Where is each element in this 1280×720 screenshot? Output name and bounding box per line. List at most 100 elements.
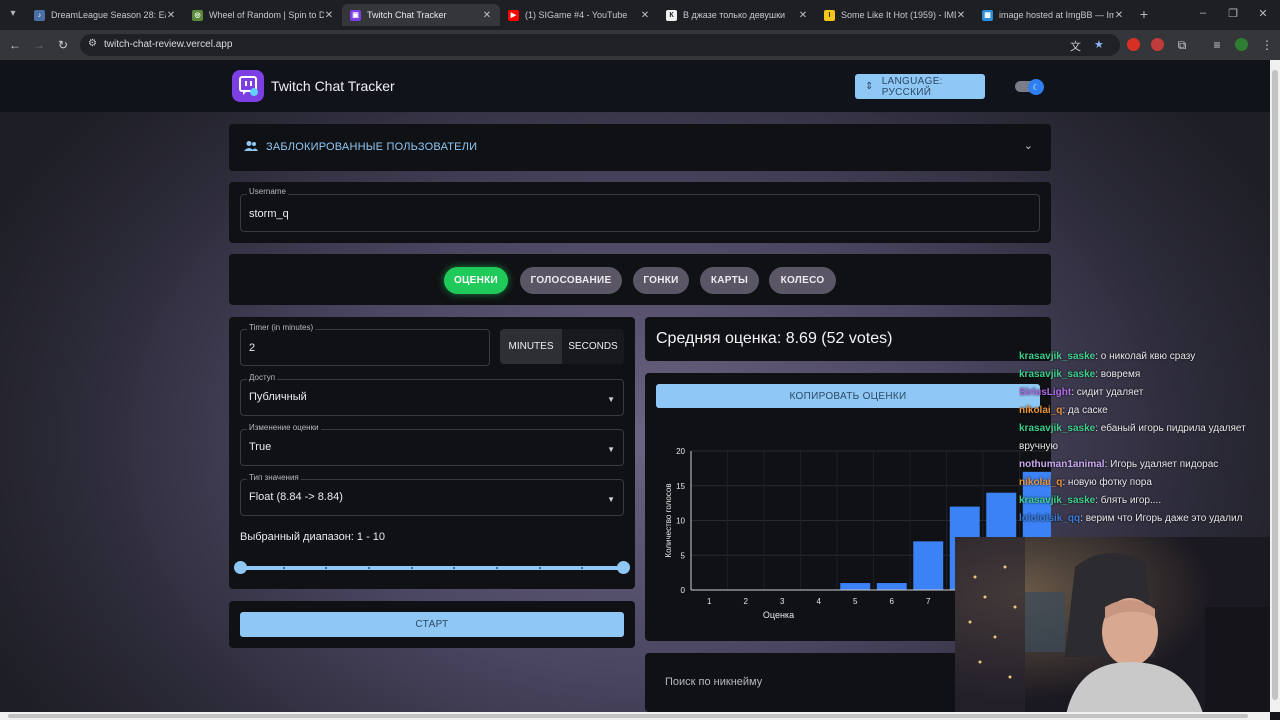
close-tab-icon[interactable]: ✕ <box>640 10 650 21</box>
access-value: Публичный <box>249 391 307 403</box>
site-info-icon[interactable]: ⚙ <box>88 38 97 49</box>
range-slider-track[interactable] <box>240 566 624 570</box>
url-text[interactable]: twitch-chat-review.vercel.app <box>104 39 232 50</box>
copy-ratings-button[interactable]: КОПИРОВАТЬ ОЦЕНКИ <box>656 384 1040 408</box>
chat-text: вовремя <box>1100 369 1141 380</box>
chat-message: krasavjik_saske: ебаный игорь пидрила уд… <box>1019 420 1269 456</box>
browser-tab[interactable]: ▶ (1) SIGame #4 - YouTube ✕ <box>500 4 658 26</box>
x-tick-label: 6 <box>890 597 895 606</box>
seconds-button[interactable]: SECONDS <box>562 329 624 364</box>
chat-nickname: krasavjik_saske <box>1019 423 1096 434</box>
nickname-search-input[interactable]: Поиск по никнейму <box>665 676 762 688</box>
browser-tab[interactable]: ▦ image hosted at ImgBB — Img ✕ <box>974 4 1132 26</box>
wheel-icon: ◎ <box>192 9 203 21</box>
chat-text: новую фотку пора <box>1067 477 1152 488</box>
browser-tab-title: DreamLeague Season 28: Easte <box>51 10 166 20</box>
chat-message: nikolai_q: да саске <box>1019 402 1269 420</box>
browser-tab[interactable]: I Some Like It Hot (1959) - IMDb ✕ <box>816 4 974 26</box>
tab-races[interactable]: ГОНКИ <box>633 267 689 294</box>
forward-icon[interactable]: → <box>31 37 47 53</box>
new-tab-icon[interactable]: + <box>1137 7 1151 21</box>
browser-menu-icon[interactable]: ⋮ <box>1259 37 1275 53</box>
reload-icon[interactable]: ↻ <box>55 37 71 53</box>
username-field[interactable] <box>240 194 1040 232</box>
username-input[interactable]: storm_q <box>249 208 289 220</box>
tab-cards[interactable]: КАРТЫ <box>700 267 759 294</box>
maximize-icon[interactable]: ❐ <box>1226 7 1240 20</box>
browser-tab[interactable]: ▣ Twitch Chat Tracker ✕ <box>342 4 500 26</box>
tab-wheel[interactable]: КОЛЕСО <box>769 267 836 294</box>
tab-search-icon[interactable]: ▾ <box>6 7 20 21</box>
omnibox[interactable]: ⚙ twitch-chat-review.vercel.app 文 ★ <box>80 34 1120 56</box>
close-tab-icon[interactable]: ✕ <box>166 10 176 21</box>
extensions-icon[interactable]: ⧉ <box>1174 37 1190 53</box>
start-button[interactable]: СТАРТ <box>240 612 624 637</box>
rating-change-select[interactable] <box>240 429 624 466</box>
range-slider-tick <box>410 567 413 569</box>
access-label: Доступ <box>247 373 278 382</box>
browser-tab[interactable]: ♪ DreamLeague Season 28: Easte✕ <box>26 4 184 26</box>
selected-range-label: Выбранный диапазон: 1 - 10 <box>240 531 386 543</box>
minimize-icon[interactable]: – <box>1196 7 1210 19</box>
kinopoisk-icon: К <box>666 9 677 21</box>
range-slider-min-handle[interactable] <box>234 561 247 574</box>
range-slider-tick <box>538 567 541 569</box>
profile-avatar-icon[interactable] <box>1235 38 1248 51</box>
minutes-button[interactable]: MINUTES <box>500 329 562 364</box>
browser-tab[interactable]: К В джазе только девушки ✕ <box>658 4 816 26</box>
close-tab-icon[interactable]: ✕ <box>956 10 966 21</box>
timer-field[interactable] <box>240 329 490 366</box>
timer-input[interactable]: 2 <box>249 342 255 354</box>
timer-label: Timer (in minutes) <box>247 323 316 332</box>
back-icon[interactable]: ← <box>7 37 23 53</box>
range-slider-tick <box>282 567 285 569</box>
x-axis-title: Оценка <box>763 610 794 620</box>
value-type-value: Float (8.84 -> 8.84) <box>249 491 343 503</box>
tab-ratings[interactable]: ОЦЕНКИ <box>444 267 508 294</box>
chat-text: верим что Игорь даже это удалил <box>1085 513 1243 524</box>
adblock-extension-icon[interactable] <box>1151 38 1164 51</box>
close-tab-icon[interactable]: ✕ <box>324 10 334 21</box>
horizontal-scrollbar-thumb[interactable] <box>8 714 1248 718</box>
language-button-label: LANGUAGE: РУССКИЙ <box>881 75 943 98</box>
browser-tab-title: Twitch Chat Tracker <box>367 10 447 20</box>
caret-down-icon: ▼ <box>607 495 615 504</box>
chat-message: SiriusLight: сидит удаляет <box>1019 384 1269 402</box>
username-card: Username storm_q <box>229 182 1051 243</box>
close-window-icon[interactable]: ✕ <box>1256 7 1270 20</box>
rating-change-label: Изменение оценки <box>247 423 321 432</box>
browser-tab-title: Some Like It Hot (1959) - IMDb <box>841 10 956 20</box>
range-slider-tick <box>325 567 328 569</box>
app-logo-icon <box>232 70 264 102</box>
blocked-users-accordion[interactable]: ЗАБЛОКИРОВАННЫЕ ПОЛЬЗОВАТЕЛИ ⌄ <box>229 124 1051 171</box>
horizontal-scrollbar[interactable] <box>0 712 1270 720</box>
theme-toggle[interactable]: ☾ <box>1015 79 1045 95</box>
sort-arrows-icon: ⇕ <box>865 81 874 92</box>
chat-message: krasavjik_saske: о николай квю сразу <box>1019 348 1269 366</box>
chat-message: lolololsik_qq: верим что Игорь даже это … <box>1019 510 1269 528</box>
media-controls-icon[interactable]: ≡ <box>1209 37 1225 53</box>
tab-voting[interactable]: ГОЛОСОВАНИЕ <box>520 267 622 294</box>
close-tab-icon[interactable]: ✕ <box>482 10 492 21</box>
language-button[interactable]: ⇕ LANGUAGE: РУССКИЙ <box>855 74 985 99</box>
range-slider-tick <box>581 567 584 569</box>
opera-extension-icon[interactable] <box>1127 38 1140 51</box>
time-unit-toggle: MINUTES SECONDS <box>500 329 624 364</box>
chat-message: nikolai_q: новую фотку пора <box>1019 474 1269 492</box>
y-tick-label: 0 <box>681 586 686 595</box>
close-tab-icon[interactable]: ✕ <box>798 10 808 21</box>
close-tab-icon[interactable]: ✕ <box>1114 10 1124 21</box>
blocked-users-label: ЗАБЛОКИРОВАННЫЕ ПОЛЬЗОВАТЕЛИ <box>266 141 478 153</box>
bookmark-star-icon[interactable]: ★ <box>1094 38 1104 51</box>
chat-message: nothuman1animal: Игорь удаляет пидорас <box>1019 456 1269 474</box>
chat-text: да саске <box>1067 405 1108 416</box>
browser-tab[interactable]: ◎ Wheel of Random | Spin to Dec ✕ <box>184 4 342 26</box>
x-tick-label: 1 <box>707 597 712 606</box>
browser-tab-title: В джазе только девушки <box>683 10 786 20</box>
chat-message: krasavjik_saske: блять игор.... <box>1019 492 1269 510</box>
users-group-icon <box>244 140 258 155</box>
vertical-scrollbar[interactable] <box>1270 60 1280 712</box>
range-slider-max-handle[interactable] <box>617 561 630 574</box>
translate-icon[interactable]: 文 <box>1070 38 1081 54</box>
vertical-scrollbar-thumb[interactable] <box>1272 70 1278 700</box>
